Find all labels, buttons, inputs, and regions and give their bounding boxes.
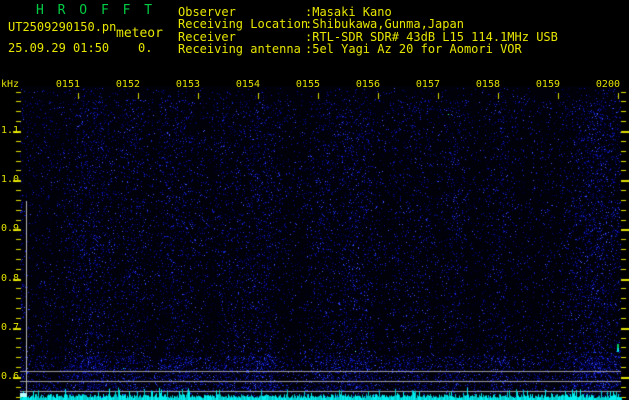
- time-tick-label: 0153: [175, 79, 200, 90]
- time-tick-label: 0154: [235, 79, 260, 90]
- freq-tick-label: 0.9: [1, 223, 20, 234]
- antenna-label: Receiving antenna: [178, 42, 301, 56]
- time-tick-label: 0159: [535, 79, 560, 90]
- time-tick-label: 0156: [355, 79, 380, 90]
- mode-label: meteor: [116, 26, 163, 41]
- time-tick-label: 0152: [115, 79, 140, 90]
- time-tick-label: 0157: [415, 79, 440, 90]
- location-value: :Shibukawa,Gunma,Japan: [305, 17, 464, 31]
- antenna-value: :5el Yagi Az 20 for Aomori VOR: [305, 42, 522, 56]
- hrofft-screen: H R O F F T UT2509290150.pn meteor 25.09…: [0, 0, 629, 400]
- freq-tick-label: 0.6: [1, 371, 20, 382]
- datetime-label: 25.09.29 01:50: [8, 41, 110, 55]
- freq-tick-label: 1.1: [1, 125, 20, 136]
- echo-count: 0.: [138, 41, 153, 55]
- time-tick-label: 0200: [595, 79, 620, 90]
- freq-tick-label: 1.0: [1, 174, 20, 185]
- spectrogram-canvas: [0, 0, 629, 400]
- freq-axis-unit: kHz: [1, 79, 20, 90]
- freq-tick-label: 0.8: [1, 273, 20, 284]
- location-label: Receiving Location: [178, 17, 309, 31]
- freq-tick-label: 0.7: [1, 322, 20, 333]
- time-tick-label: 0158: [475, 79, 500, 90]
- time-tick-label: 0151: [55, 79, 80, 90]
- output-filename: UT2509290150.pn: [8, 20, 117, 34]
- app-title: H R O F F T: [36, 3, 156, 18]
- time-tick-label: 0155: [295, 79, 320, 90]
